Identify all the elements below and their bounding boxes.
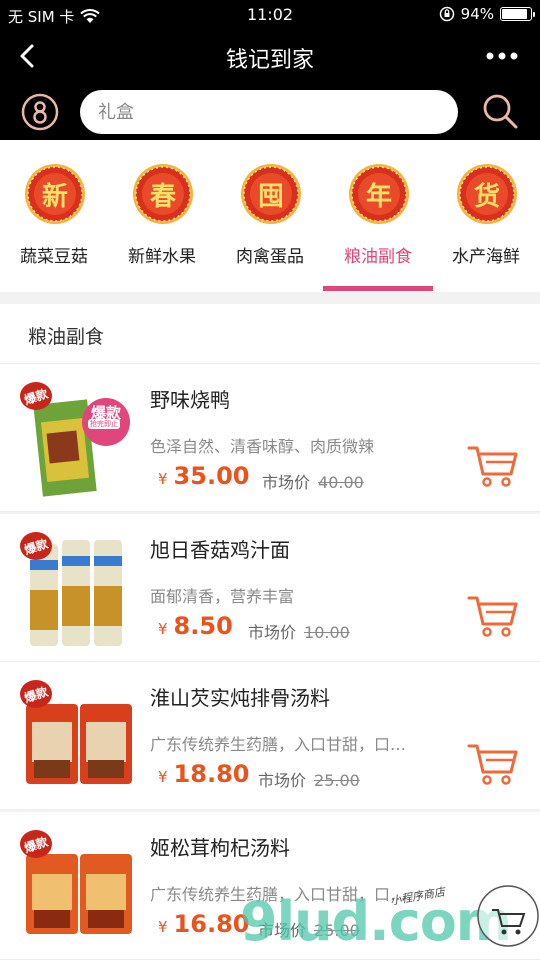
product-name[interactable]: 姬松茸枸杞汤料	[150, 832, 290, 861]
search-input-wrapper	[80, 90, 458, 134]
add-to-cart-icon[interactable]	[466, 438, 520, 492]
category-label: 水产海鲜	[452, 247, 520, 267]
market-price-value: 25.00	[314, 921, 360, 940]
category-label: 蔬菜豆菇	[20, 247, 88, 267]
product-desc: 色泽自然、清香味醇、肉质微辣	[150, 437, 375, 456]
product-name[interactable]: 淮山芡实炖排骨汤料	[150, 682, 330, 711]
page-title: 钱记到家	[225, 48, 314, 73]
market-price-value: 40.00	[318, 473, 364, 492]
category-label: 肉禽蛋品	[236, 247, 304, 267]
section-header: 粮油副食	[0, 304, 540, 364]
category-tabs: 新 蔬菜豆菇 春 新鲜水果 囤 肉禽蛋品 年 粮油副食 货 水产海鲜	[0, 140, 540, 292]
currency-symbol: ¥	[158, 768, 168, 786]
badge-char: 货	[473, 182, 500, 212]
status-bar: 无 SIM 卡 11:02 94%	[0, 0, 540, 30]
badge-char: 春	[149, 182, 176, 212]
add-to-cart-icon[interactable]	[466, 588, 520, 642]
nav-bar: 钱记到家	[0, 30, 540, 82]
market-label: 市场价	[258, 771, 307, 790]
badge-char: 新	[41, 182, 68, 212]
market-price: 市场价 25.00	[258, 917, 360, 941]
product-price: ¥18.80	[158, 760, 249, 788]
price-value: 16.80	[173, 910, 250, 938]
status-right: 94%	[439, 5, 535, 23]
category-label: 新鲜水果	[128, 247, 196, 267]
category-tab-0[interactable]: 新 蔬菜豆菇	[0, 140, 108, 292]
currency-symbol: ¥	[158, 918, 168, 936]
product-desc: 广东传统养生药膳，入口甘甜，口…	[150, 735, 407, 754]
market-label: 市场价	[262, 473, 311, 492]
market-price-value: 25.00	[314, 771, 360, 790]
market-price: 市场价 25.00	[258, 767, 360, 791]
category-tab-2[interactable]: 囤 肉禽蛋品	[216, 140, 324, 292]
add-to-cart-icon[interactable]	[466, 736, 520, 790]
price-value: 18.80	[173, 760, 250, 788]
battery-icon	[500, 7, 535, 21]
category-tab-4[interactable]: 货 水产海鲜	[432, 140, 540, 292]
currency-symbol: ¥	[158, 620, 168, 638]
active-underline	[323, 286, 433, 291]
search-bar	[0, 82, 540, 140]
battery-level	[502, 9, 527, 19]
category-tab-1[interactable]: 春 新鲜水果	[108, 140, 216, 292]
market-price-value: 10.00	[304, 623, 350, 642]
currency-symbol: ¥	[158, 470, 168, 488]
hot-tag-sub: 抢完即止	[88, 419, 120, 429]
product-desc: 面郁清香，营养丰富	[150, 587, 295, 606]
category-tab-3[interactable]: 年 粮油副食	[323, 140, 433, 292]
market-label: 市场价	[248, 623, 297, 642]
product-price: ¥16.80	[158, 910, 249, 938]
market-label: 市场价	[258, 921, 307, 940]
section-title: 粮油副食	[28, 326, 105, 348]
rotation-lock-icon	[439, 6, 454, 22]
product-item[interactable]: 爆款 旭日香菇鸡汁面 面郁清香，营养丰富 ¥8.50 市场价 10.00	[0, 514, 540, 662]
market-price: 市场价 40.00	[262, 469, 364, 493]
badge-char: 囤	[257, 182, 284, 212]
price-value: 8.50	[173, 612, 233, 640]
battery-percent: 94%	[460, 5, 494, 23]
more-icon[interactable]	[482, 42, 522, 70]
product-item[interactable]: 爆款 姬松茸枸杞汤料 广东传统养生药膳，入口甘甜，口… ¥16.80 市场价 25…	[0, 812, 540, 960]
user-icon[interactable]	[20, 92, 60, 132]
search-icon[interactable]	[480, 91, 520, 131]
product-price: ¥8.50	[158, 612, 233, 640]
product-name[interactable]: 旭日香菇鸡汁面	[150, 534, 290, 563]
product-item[interactable]: 爆款 爆款 抢完即止 野味烧鸭 色泽自然、清香味醇、肉质微辣 ¥35.00 市场…	[0, 364, 540, 512]
category-label: 粮油副食	[344, 247, 412, 267]
product-item[interactable]: 爆款 淮山芡实炖排骨汤料 广东传统养生药膳，入口甘甜，口… ¥18.80 市场价…	[0, 662, 540, 810]
product-desc: 广东传统养生药膳，入口甘甜，口…	[150, 885, 407, 904]
market-price: 市场价 10.00	[248, 619, 350, 643]
price-value: 35.00	[173, 462, 250, 490]
badge-char: 年	[365, 182, 392, 212]
product-name[interactable]: 野味烧鸭	[150, 384, 230, 413]
search-input[interactable]	[80, 90, 458, 134]
product-price: ¥35.00	[158, 462, 249, 490]
